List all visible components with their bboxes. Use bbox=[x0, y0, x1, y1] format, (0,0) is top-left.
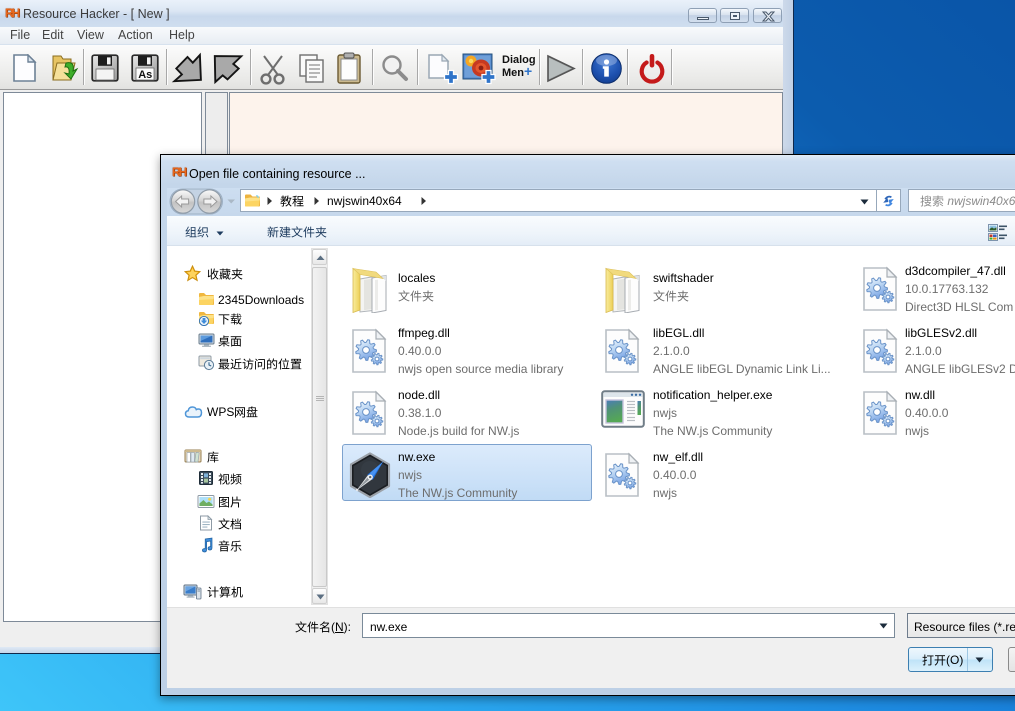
svg-text:As: As bbox=[138, 69, 152, 81]
